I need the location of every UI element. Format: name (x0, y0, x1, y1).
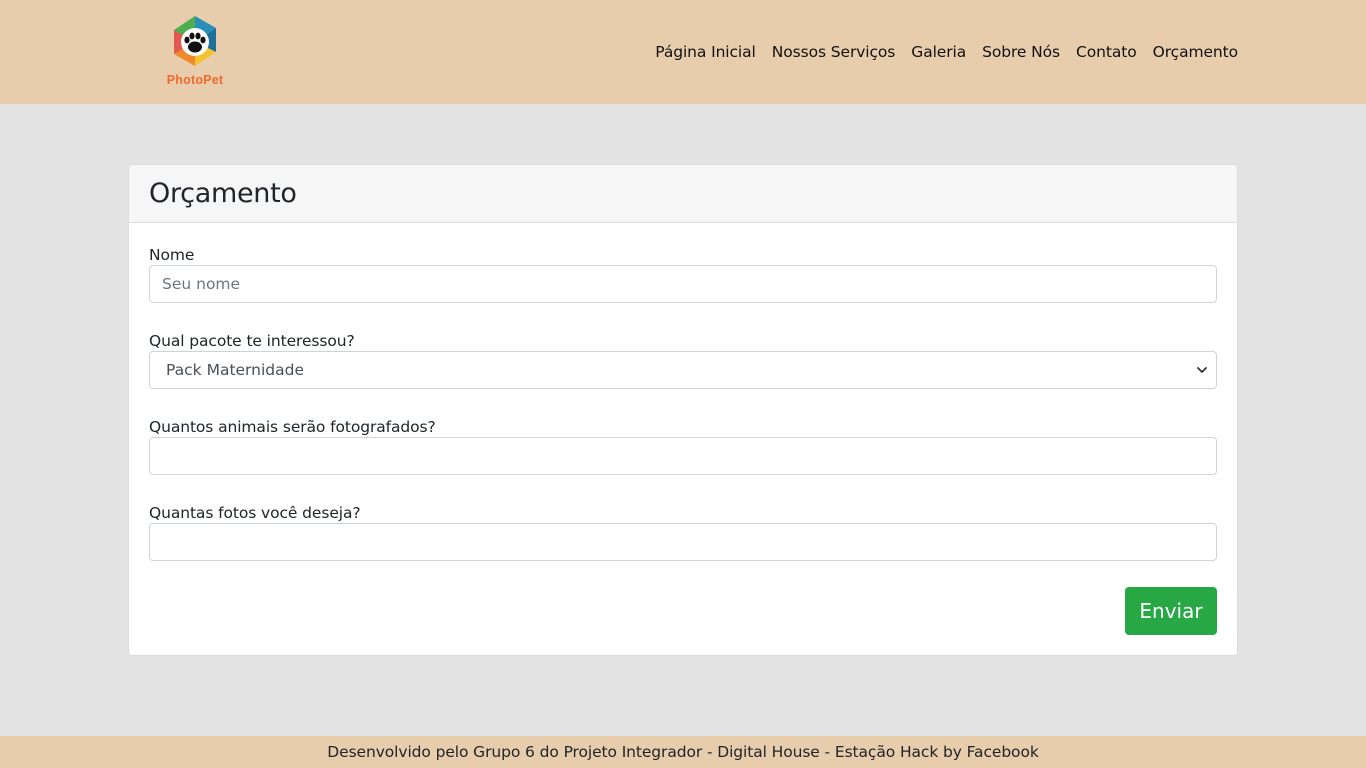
photos-form-group: Quantas fotos você deseja? (149, 503, 1217, 561)
photos-label: Quantas fotos você deseja? (149, 504, 361, 522)
package-label: Qual pacote te interessou? (149, 332, 355, 350)
package-select[interactable]: Pack Maternidade (149, 351, 1217, 389)
animals-count-input[interactable] (149, 437, 1217, 475)
package-select-value: Pack Maternidade (166, 361, 305, 379)
nav-link-orcamento[interactable]: Orçamento (1153, 43, 1238, 61)
navbar: PhotoPet Página Inicial Nossos Serviços … (0, 0, 1366, 104)
footer: Desenvolvido pelo Grupo 6 do Projeto Int… (0, 736, 1366, 768)
chevron-down-icon (1197, 367, 1207, 373)
nav-link-contato[interactable]: Contato (1076, 43, 1137, 61)
animals-label: Quantos animais serão fotografados? (149, 418, 436, 436)
main-nav: Página Inicial Nossos Serviços Galeria S… (655, 40, 1238, 64)
quote-form-card: Orçamento Nome Qual pacote te interessou… (128, 164, 1238, 656)
name-label: Nome (149, 246, 195, 264)
card-header: Orçamento (129, 165, 1237, 223)
name-input[interactable] (149, 265, 1217, 303)
photos-count-input[interactable] (149, 523, 1217, 561)
animals-form-group: Quantos animais serão fotografados? (149, 417, 1217, 475)
package-form-group: Qual pacote te interessou? Pack Maternid… (149, 331, 1217, 389)
nav-link-pagina-inicial[interactable]: Página Inicial (655, 43, 756, 61)
nav-link-galeria[interactable]: Galeria (911, 43, 966, 61)
brand-logo[interactable]: PhotoPet (162, 14, 228, 90)
nav-link-sobre-nos[interactable]: Sobre Nós (982, 43, 1060, 61)
submit-button[interactable]: Enviar (1125, 587, 1217, 635)
page-title: Orçamento (149, 178, 297, 209)
brand-name: PhotoPet (166, 73, 224, 87)
footer-text: Desenvolvido pelo Grupo 6 do Projeto Int… (327, 743, 1039, 761)
name-form-group: Nome (149, 245, 1217, 303)
paw-hexagon-logo-icon (174, 16, 216, 66)
nav-link-nossos-servicos[interactable]: Nossos Serviços (772, 43, 896, 61)
